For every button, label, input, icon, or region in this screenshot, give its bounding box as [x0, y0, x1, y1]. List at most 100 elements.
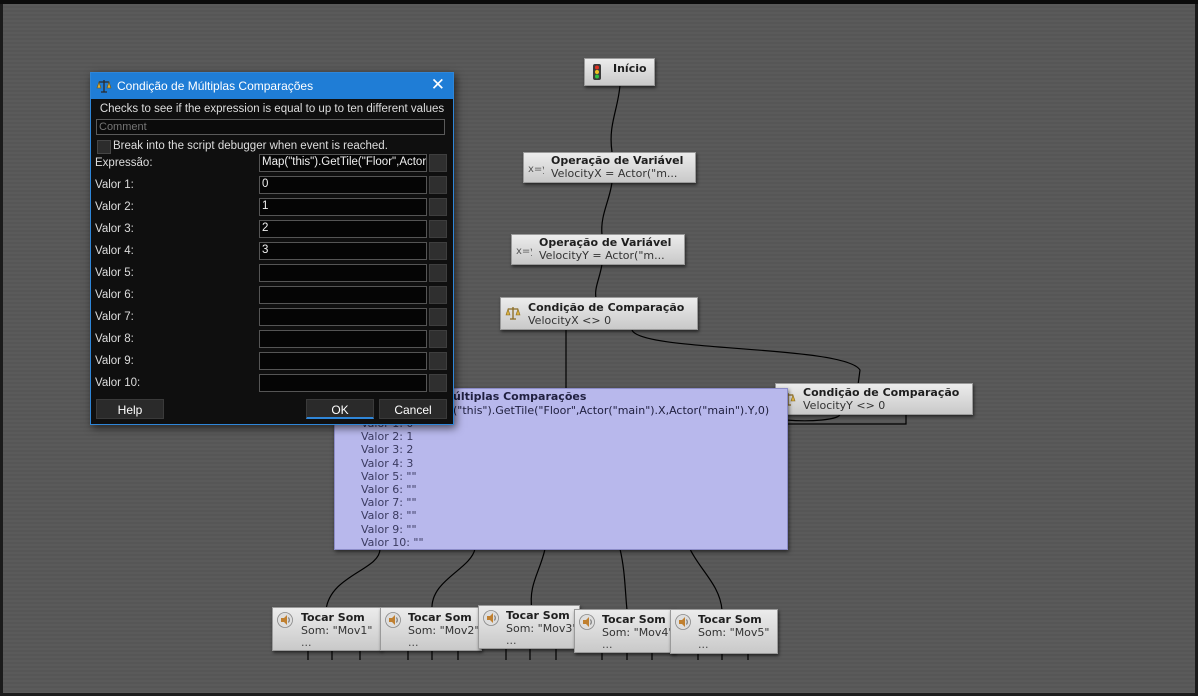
value-8-field[interactable]	[259, 330, 427, 348]
node-values: Valor 1: 0 Valor 2: 1 Valor 3: 2 Valor 4…	[361, 417, 424, 549]
variable-operation-node-y[interactable]: x=y Operação de Variável VelocityY = Act…	[511, 234, 685, 265]
node-title: Tocar Som	[301, 611, 365, 624]
node-value-line: Valor 5: ""	[361, 469, 417, 483]
node-subtitle: Som: "Mov4"	[602, 626, 674, 639]
dialog-title: Condição de Múltiplas Comparações	[117, 79, 314, 93]
cancel-button[interactable]: Cancel	[379, 399, 447, 419]
node-title: Início	[613, 62, 647, 75]
node-subtitle: VelocityY <> 0	[803, 399, 886, 412]
close-icon[interactable]: ✕	[431, 76, 445, 94]
value-3-field-button[interactable]	[429, 220, 447, 238]
node-more: ...	[602, 638, 613, 651]
value-9-label: Valor 9:	[95, 355, 134, 367]
value-4-field[interactable]: 3	[259, 242, 427, 260]
speaker-icon	[483, 610, 499, 626]
help-button[interactable]: Help	[96, 399, 164, 419]
play-sound-node-4[interactable]: Tocar Som Som: "Mov4" ...	[574, 609, 676, 653]
node-subtitle: Som: "Mov2"	[408, 624, 480, 637]
speaker-icon	[385, 612, 401, 628]
variable-operation-icon: x=y	[516, 246, 532, 257]
node-more: ...	[698, 638, 709, 651]
start-node[interactable]: Início	[584, 58, 655, 86]
value-10-field[interactable]	[259, 374, 427, 392]
value-4-field-button[interactable]	[429, 242, 447, 260]
play-sound-node-3[interactable]: Tocar Som Som: "Mov3" ...	[478, 605, 580, 649]
node-title: Tocar Som	[602, 613, 666, 626]
multiple-comparison-dialog: Condição de Múltiplas Comparações ✕ Chec…	[90, 72, 454, 425]
balance-scale-icon	[96, 80, 112, 93]
value-1-label: Valor 1:	[95, 179, 134, 191]
node-subtitle: VelocityX = Actor("m...	[551, 167, 678, 180]
value-2-field[interactable]: 1	[259, 198, 427, 216]
node-title: Tocar Som	[506, 609, 570, 622]
node-value-line: Valor 10: ""	[361, 535, 424, 549]
balance-scale-icon	[505, 307, 521, 320]
expression-label: Expressão:	[95, 157, 153, 169]
comparison-condition-node-x[interactable]: Condição de Comparação VelocityX <> 0	[500, 297, 698, 330]
value-1-field[interactable]: 0	[259, 176, 427, 194]
value-2-field-button[interactable]	[429, 198, 447, 216]
value-5-label: Valor 5:	[95, 267, 134, 279]
comment-input[interactable]	[96, 119, 445, 135]
node-subtitle: VelocityX <> 0	[528, 314, 612, 327]
break-debugger-label: Break into the script debugger when even…	[113, 140, 388, 152]
node-value-line: Valor 2: 1	[361, 430, 414, 444]
node-more: ...	[408, 636, 419, 649]
expression-field[interactable]: Map("this").GetTile("Floor",Actor("m	[259, 154, 427, 172]
node-subtitle: Som: "Mov3"	[506, 622, 578, 635]
node-subtitle: VelocityY = Actor("m...	[539, 249, 665, 262]
dialog-description: Checks to see if the expression is equal…	[99, 103, 445, 115]
value-10-label: Valor 10:	[95, 377, 141, 389]
node-value-line: Valor 8: ""	[361, 509, 417, 523]
speaker-icon	[675, 614, 691, 630]
break-debugger-checkbox[interactable]	[97, 140, 111, 154]
node-value-line: Valor 4: 3	[361, 456, 414, 470]
node-more: ...	[506, 634, 517, 647]
play-sound-node-1[interactable]: Tocar Som Som: "Mov1" ...	[272, 607, 382, 651]
value-2-label: Valor 2:	[95, 201, 134, 213]
node-title: últiplas Comparações	[453, 390, 587, 403]
value-1-field-button[interactable]	[429, 176, 447, 194]
value-9-field-button[interactable]	[429, 352, 447, 370]
node-title: Operação de Variável	[539, 236, 672, 249]
value-6-field-button[interactable]	[429, 286, 447, 304]
play-sound-node-2[interactable]: Tocar Som Som: "Mov2" ...	[380, 607, 482, 651]
value-7-field-button[interactable]	[429, 308, 447, 326]
node-value-line: Valor 7: ""	[361, 496, 417, 510]
traffic-light-icon	[593, 64, 601, 80]
value-6-label: Valor 6:	[95, 289, 134, 301]
node-title: Condição de Comparação	[803, 386, 960, 399]
value-7-field[interactable]	[259, 308, 427, 326]
variable-operation-icon: x=y	[528, 164, 544, 175]
value-5-field-button[interactable]	[429, 264, 447, 282]
comparison-condition-node-y[interactable]: Condição de Comparação VelocityY <> 0	[775, 383, 973, 415]
node-title: Condição de Comparação	[528, 301, 685, 314]
value-4-label: Valor 4:	[95, 245, 134, 257]
dialog-titlebar[interactable]: Condição de Múltiplas Comparações ✕	[91, 73, 453, 99]
value-7-label: Valor 7:	[95, 311, 134, 323]
node-subtitle: Som: "Mov1"	[301, 624, 373, 637]
ok-button[interactable]: OK	[306, 399, 374, 419]
node-value-line: Valor 3: 2	[361, 443, 414, 457]
speaker-icon	[277, 612, 293, 628]
node-value-line: Valor 6: ""	[361, 483, 417, 497]
variable-operation-node-x[interactable]: x=y Operação de Variável VelocityX = Act…	[523, 152, 696, 183]
value-9-field[interactable]	[259, 352, 427, 370]
value-10-field-button[interactable]	[429, 374, 447, 392]
node-title: Tocar Som	[698, 613, 762, 626]
value-8-field-button[interactable]	[429, 330, 447, 348]
node-value-line: Valor 9: ""	[361, 522, 417, 536]
expression-field-button[interactable]	[429, 154, 447, 172]
value-3-field[interactable]: 2	[259, 220, 427, 238]
node-subtitle: Som: "Mov5"	[698, 626, 770, 639]
value-6-field[interactable]	[259, 286, 427, 304]
script-canvas[interactable]: Início x=y Operação de Variável Velocity…	[0, 0, 1198, 696]
svg-text:x=y: x=y	[528, 164, 544, 175]
play-sound-node-5[interactable]: Tocar Som Som: "Mov5" ...	[670, 609, 778, 654]
value-5-field[interactable]	[259, 264, 427, 282]
value-3-label: Valor 3:	[95, 223, 134, 235]
speaker-icon	[579, 614, 595, 630]
node-title: Operação de Variável	[551, 154, 684, 167]
node-more: ...	[301, 636, 312, 649]
node-expression: ("this").GetTile("Floor",Actor("main").X…	[453, 404, 770, 417]
